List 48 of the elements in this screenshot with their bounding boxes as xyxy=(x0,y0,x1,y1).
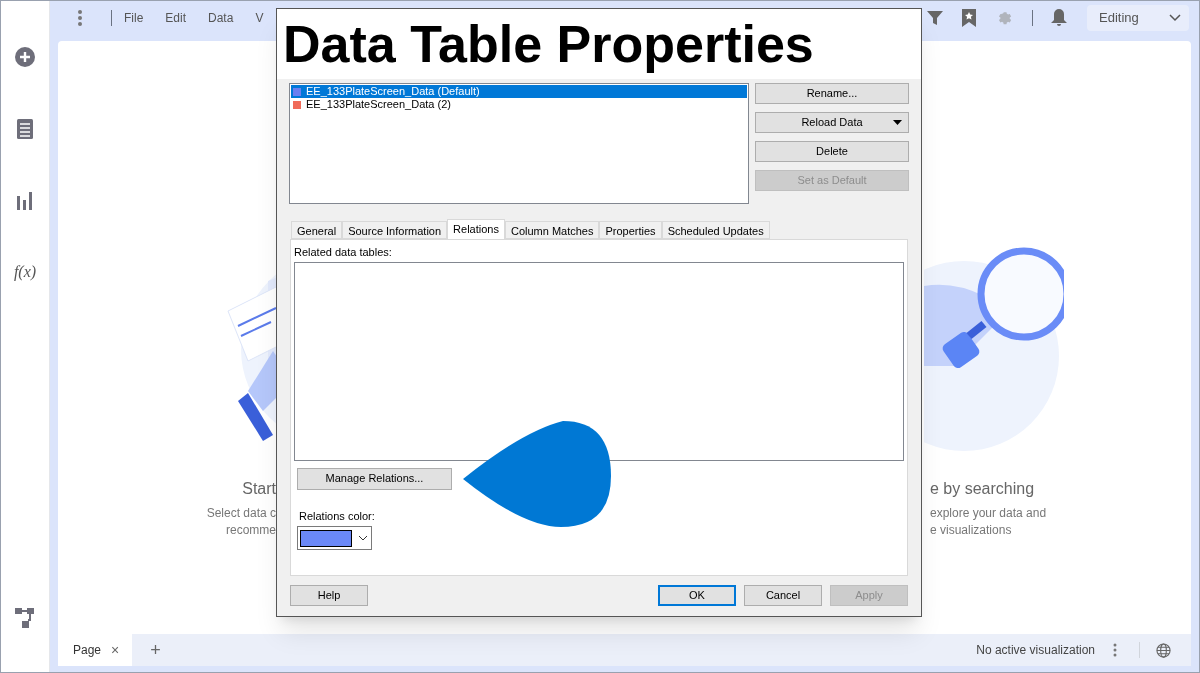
menu-item[interactable]: V xyxy=(255,9,264,27)
add-icon[interactable] xyxy=(14,46,36,68)
tab[interactable]: Scheduled Updates xyxy=(661,221,770,239)
chevron-down-icon xyxy=(358,535,368,541)
menu-item[interactable]: File xyxy=(124,9,144,27)
tab[interactable]: Column Matches xyxy=(504,221,600,239)
empty-state-text: recomme xyxy=(226,522,276,539)
tab[interactable]: Source Information xyxy=(342,221,448,239)
bell-icon[interactable] xyxy=(1051,9,1067,27)
dialog-button[interactable]: Rename... xyxy=(755,83,909,104)
more-icon[interactable] xyxy=(77,9,83,27)
dialog-button[interactable]: Reload Data xyxy=(755,112,909,133)
manage-relations-button[interactable]: Manage Relations... xyxy=(297,467,452,490)
table-item[interactable]: EE_133PlateScreen_Data (2) xyxy=(291,98,747,111)
related-tables-label: Related data tables: xyxy=(294,245,393,260)
tab[interactable]: General xyxy=(291,221,343,239)
dialog-button[interactable]: Delete xyxy=(755,141,909,162)
menu-item[interactable]: Data xyxy=(208,9,234,27)
tab[interactable]: Properties xyxy=(599,221,662,239)
bar-chart-icon[interactable] xyxy=(16,190,34,210)
more-icon[interactable] xyxy=(1113,643,1117,657)
tab[interactable]: Relations xyxy=(447,219,505,239)
close-tab-button[interactable]: × xyxy=(111,639,120,661)
dialog-button[interactable]: Cancel xyxy=(744,585,822,606)
empty-state-text: Select data c xyxy=(206,505,276,522)
mode-dropdown[interactable]: Editing xyxy=(1087,5,1189,31)
table-item[interactable]: EE_133PlateScreen_Data (Default) xyxy=(291,85,747,98)
globe-icon[interactable] xyxy=(1156,642,1171,658)
add-page-button[interactable]: + xyxy=(150,636,161,664)
chevron-down-icon xyxy=(1169,14,1181,22)
empty-state-text: e visualizations xyxy=(930,522,1012,539)
status-text: No active visualization xyxy=(976,642,1095,659)
color-dropdown[interactable] xyxy=(297,526,372,550)
relations-color-label: Relations color: xyxy=(299,508,376,524)
menu-item[interactable]: Edit xyxy=(165,9,187,27)
formula-label[interactable]: f(x) xyxy=(13,260,37,284)
empty-state-title: e by searching xyxy=(930,479,1035,499)
empty-state-title: Start xyxy=(242,479,276,499)
bookmark-icon[interactable] xyxy=(962,9,976,27)
dialog-button[interactable]: OK xyxy=(658,585,736,606)
filter-icon[interactable] xyxy=(927,10,943,26)
list-icon[interactable] xyxy=(16,118,34,140)
page-tab-label[interactable]: Page xyxy=(73,641,102,659)
page-tab[interactable]: Page × xyxy=(58,634,133,666)
caret-icon xyxy=(893,120,902,125)
dialog-button[interactable]: Help xyxy=(290,585,368,606)
empty-state-text: explore your data and xyxy=(930,505,1047,522)
flow-icon[interactable] xyxy=(15,608,35,628)
